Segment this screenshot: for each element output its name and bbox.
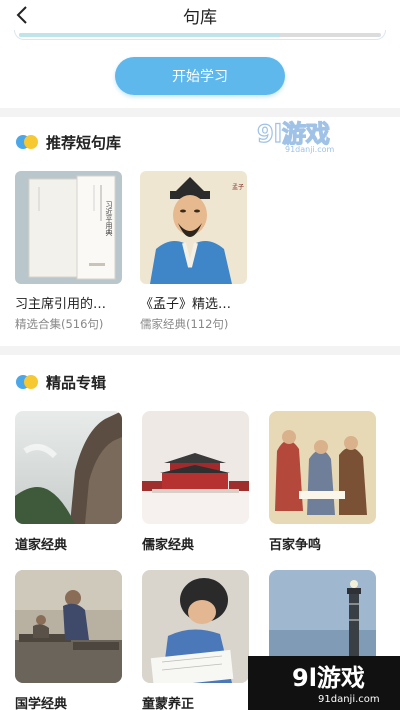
- watermark-site-text: 91danji.com: [318, 694, 380, 705]
- book-cover-text: 习近平用典: [105, 201, 113, 237]
- watermark-logo-text: 9l游戏: [292, 664, 365, 692]
- section-dot-icon: [16, 135, 38, 149]
- book-subtitle: 精选合集(516句): [15, 317, 104, 331]
- book-cover-xi: 习近平用典: [15, 171, 122, 284]
- study-card: [14, 30, 386, 40]
- albums-section-title: 精品专辑: [46, 373, 107, 392]
- book-cover-mencius: 孟子: [140, 171, 247, 284]
- album-card-hundred-schools[interactable]: 百家争鸣: [269, 411, 376, 553]
- album-label: 童蒙养正: [142, 697, 195, 710]
- book-card[interactable]: 孟子 《孟子》精选… 儒家经典(112句): [140, 171, 247, 332]
- book-title: 《孟子》精选…: [140, 297, 232, 312]
- book-cover-text: 孟子: [232, 183, 244, 191]
- watermark-logo: 9l游戏 91danji.com: [255, 118, 355, 154]
- page-title: 句库: [183, 8, 217, 28]
- album-card-confucian[interactable]: 儒家经典: [142, 411, 249, 553]
- progress-bar: [19, 33, 381, 37]
- album-card-daoist[interactable]: 道家经典: [15, 411, 122, 553]
- start-learning-button[interactable]: 开始学习: [115, 57, 285, 95]
- page: 句库 开始学习 推荐短句库 习近平用典 习主席引用的… 精选合集(516句) 孟…: [0, 0, 400, 710]
- recommend-section-header: 推荐短句库: [16, 131, 121, 153]
- album-cover: [15, 411, 122, 524]
- book-subtitle: 儒家经典(112句): [140, 317, 229, 331]
- album-card-enlightenment[interactable]: 童蒙养正: [142, 570, 249, 710]
- album-label: 道家经典: [15, 538, 68, 553]
- album-cover: [142, 570, 249, 683]
- album-cover: [15, 570, 122, 683]
- album-cover: [269, 411, 376, 524]
- album-card-sinology[interactable]: 国学经典: [15, 570, 122, 710]
- section-divider: [0, 346, 400, 355]
- recommend-section-title: 推荐短句库: [46, 133, 122, 152]
- section-divider: [0, 108, 400, 117]
- albums-section-header: 精品专辑: [16, 371, 106, 393]
- watermark-band: 9l游戏 91danji.com: [248, 656, 400, 710]
- book-card[interactable]: 习近平用典 习主席引用的… 精选合集(516句): [15, 171, 122, 332]
- top-bar: 句库: [0, 0, 400, 30]
- book-title: 习主席引用的…: [15, 297, 107, 312]
- section-dot-icon: [16, 375, 38, 389]
- watermark-site-text: 91danji.com: [285, 145, 335, 154]
- album-label: 百家争鸣: [269, 538, 322, 553]
- album-cover: [142, 411, 249, 524]
- album-label: 儒家经典: [142, 538, 195, 553]
- progress-fill: [19, 33, 280, 37]
- watermark-logo-text: 9l游戏: [257, 120, 330, 148]
- album-label: 国学经典: [15, 697, 68, 710]
